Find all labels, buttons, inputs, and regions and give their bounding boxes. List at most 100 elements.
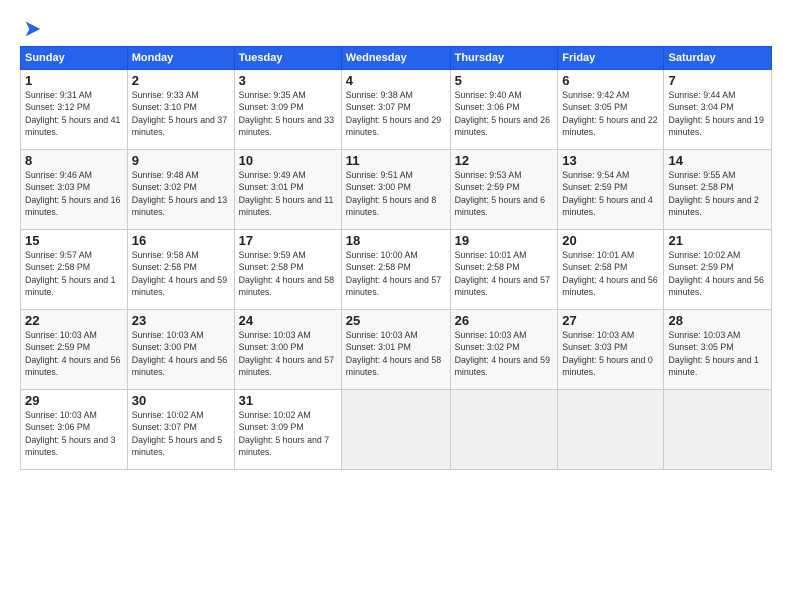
calendar-cell: 23 Sunrise: 10:03 AM Sunset: 3:00 PM Day… bbox=[127, 310, 234, 390]
day-number: 5 bbox=[455, 73, 554, 88]
day-info: Sunrise: 10:03 AM Sunset: 3:00 PM Daylig… bbox=[239, 329, 337, 378]
day-number: 20 bbox=[562, 233, 659, 248]
day-number: 7 bbox=[668, 73, 767, 88]
day-number: 11 bbox=[346, 153, 446, 168]
calendar-week-2: 8 Sunrise: 9:46 AM Sunset: 3:03 PM Dayli… bbox=[21, 150, 772, 230]
calendar-cell: 14 Sunrise: 9:55 AM Sunset: 2:58 PM Dayl… bbox=[664, 150, 772, 230]
day-info: Sunrise: 10:03 AM Sunset: 3:01 PM Daylig… bbox=[346, 329, 446, 378]
calendar-cell: 11 Sunrise: 9:51 AM Sunset: 3:00 PM Dayl… bbox=[341, 150, 450, 230]
day-info: Sunrise: 10:03 AM Sunset: 3:00 PM Daylig… bbox=[132, 329, 230, 378]
calendar-week-4: 22 Sunrise: 10:03 AM Sunset: 2:59 PM Day… bbox=[21, 310, 772, 390]
day-info: Sunrise: 10:00 AM Sunset: 2:58 PM Daylig… bbox=[346, 249, 446, 298]
day-number: 23 bbox=[132, 313, 230, 328]
calendar-cell: 22 Sunrise: 10:03 AM Sunset: 2:59 PM Day… bbox=[21, 310, 128, 390]
day-number: 26 bbox=[455, 313, 554, 328]
calendar-week-1: 1 Sunrise: 9:31 AM Sunset: 3:12 PM Dayli… bbox=[21, 70, 772, 150]
day-info: Sunrise: 9:49 AM Sunset: 3:01 PM Dayligh… bbox=[239, 169, 337, 218]
day-number: 9 bbox=[132, 153, 230, 168]
day-number: 4 bbox=[346, 73, 446, 88]
calendar-table: SundayMondayTuesdayWednesdayThursdayFrid… bbox=[20, 46, 772, 470]
day-info: Sunrise: 10:01 AM Sunset: 2:58 PM Daylig… bbox=[562, 249, 659, 298]
day-number: 24 bbox=[239, 313, 337, 328]
calendar-cell: 24 Sunrise: 10:03 AM Sunset: 3:00 PM Day… bbox=[234, 310, 341, 390]
header bbox=[20, 18, 772, 40]
day-info: Sunrise: 10:03 AM Sunset: 3:05 PM Daylig… bbox=[668, 329, 767, 378]
calendar-cell: 29 Sunrise: 10:03 AM Sunset: 3:06 PM Day… bbox=[21, 390, 128, 470]
day-info: Sunrise: 10:02 AM Sunset: 3:09 PM Daylig… bbox=[239, 409, 337, 458]
calendar-cell: 20 Sunrise: 10:01 AM Sunset: 2:58 PM Day… bbox=[558, 230, 664, 310]
calendar-cell: 10 Sunrise: 9:49 AM Sunset: 3:01 PM Dayl… bbox=[234, 150, 341, 230]
day-info: Sunrise: 9:53 AM Sunset: 2:59 PM Dayligh… bbox=[455, 169, 554, 218]
day-info: Sunrise: 10:02 AM Sunset: 3:07 PM Daylig… bbox=[132, 409, 230, 458]
day-number: 27 bbox=[562, 313, 659, 328]
day-number: 17 bbox=[239, 233, 337, 248]
day-number: 3 bbox=[239, 73, 337, 88]
col-header-tuesday: Tuesday bbox=[234, 47, 341, 70]
day-number: 10 bbox=[239, 153, 337, 168]
day-info: Sunrise: 9:55 AM Sunset: 2:58 PM Dayligh… bbox=[668, 169, 767, 218]
day-info: Sunrise: 9:51 AM Sunset: 3:00 PM Dayligh… bbox=[346, 169, 446, 218]
calendar-cell: 31 Sunrise: 10:02 AM Sunset: 3:09 PM Day… bbox=[234, 390, 341, 470]
calendar-week-3: 15 Sunrise: 9:57 AM Sunset: 2:58 PM Dayl… bbox=[21, 230, 772, 310]
day-info: Sunrise: 10:02 AM Sunset: 2:59 PM Daylig… bbox=[668, 249, 767, 298]
day-number: 6 bbox=[562, 73, 659, 88]
day-number: 15 bbox=[25, 233, 123, 248]
logo bbox=[20, 18, 44, 40]
day-info: Sunrise: 9:48 AM Sunset: 3:02 PM Dayligh… bbox=[132, 169, 230, 218]
calendar-cell: 16 Sunrise: 9:58 AM Sunset: 2:58 PM Dayl… bbox=[127, 230, 234, 310]
day-info: Sunrise: 10:01 AM Sunset: 2:58 PM Daylig… bbox=[455, 249, 554, 298]
logo-icon bbox=[22, 18, 44, 40]
day-info: Sunrise: 10:03 AM Sunset: 2:59 PM Daylig… bbox=[25, 329, 123, 378]
calendar-cell: 5 Sunrise: 9:40 AM Sunset: 3:06 PM Dayli… bbox=[450, 70, 558, 150]
day-info: Sunrise: 9:33 AM Sunset: 3:10 PM Dayligh… bbox=[132, 89, 230, 138]
calendar-cell bbox=[341, 390, 450, 470]
col-header-monday: Monday bbox=[127, 47, 234, 70]
calendar-cell: 6 Sunrise: 9:42 AM Sunset: 3:05 PM Dayli… bbox=[558, 70, 664, 150]
day-number: 22 bbox=[25, 313, 123, 328]
col-header-sunday: Sunday bbox=[21, 47, 128, 70]
calendar-header-row: SundayMondayTuesdayWednesdayThursdayFrid… bbox=[21, 47, 772, 70]
day-number: 14 bbox=[668, 153, 767, 168]
calendar-cell bbox=[664, 390, 772, 470]
calendar-cell: 27 Sunrise: 10:03 AM Sunset: 3:03 PM Day… bbox=[558, 310, 664, 390]
day-number: 16 bbox=[132, 233, 230, 248]
day-number: 1 bbox=[25, 73, 123, 88]
day-number: 31 bbox=[239, 393, 337, 408]
day-info: Sunrise: 10:03 AM Sunset: 3:03 PM Daylig… bbox=[562, 329, 659, 378]
calendar-cell: 19 Sunrise: 10:01 AM Sunset: 2:58 PM Day… bbox=[450, 230, 558, 310]
day-info: Sunrise: 9:54 AM Sunset: 2:59 PM Dayligh… bbox=[562, 169, 659, 218]
day-number: 25 bbox=[346, 313, 446, 328]
col-header-saturday: Saturday bbox=[664, 47, 772, 70]
day-number: 29 bbox=[25, 393, 123, 408]
calendar-cell: 1 Sunrise: 9:31 AM Sunset: 3:12 PM Dayli… bbox=[21, 70, 128, 150]
day-info: Sunrise: 9:59 AM Sunset: 2:58 PM Dayligh… bbox=[239, 249, 337, 298]
day-info: Sunrise: 9:35 AM Sunset: 3:09 PM Dayligh… bbox=[239, 89, 337, 138]
day-number: 19 bbox=[455, 233, 554, 248]
col-header-thursday: Thursday bbox=[450, 47, 558, 70]
calendar-cell: 13 Sunrise: 9:54 AM Sunset: 2:59 PM Dayl… bbox=[558, 150, 664, 230]
calendar-cell: 9 Sunrise: 9:48 AM Sunset: 3:02 PM Dayli… bbox=[127, 150, 234, 230]
calendar-cell: 4 Sunrise: 9:38 AM Sunset: 3:07 PM Dayli… bbox=[341, 70, 450, 150]
day-info: Sunrise: 9:31 AM Sunset: 3:12 PM Dayligh… bbox=[25, 89, 123, 138]
day-info: Sunrise: 9:58 AM Sunset: 2:58 PM Dayligh… bbox=[132, 249, 230, 298]
day-number: 21 bbox=[668, 233, 767, 248]
calendar-cell: 2 Sunrise: 9:33 AM Sunset: 3:10 PM Dayli… bbox=[127, 70, 234, 150]
calendar-cell bbox=[558, 390, 664, 470]
day-number: 8 bbox=[25, 153, 123, 168]
calendar-cell: 17 Sunrise: 9:59 AM Sunset: 2:58 PM Dayl… bbox=[234, 230, 341, 310]
calendar-cell: 8 Sunrise: 9:46 AM Sunset: 3:03 PM Dayli… bbox=[21, 150, 128, 230]
day-info: Sunrise: 9:57 AM Sunset: 2:58 PM Dayligh… bbox=[25, 249, 123, 298]
day-number: 28 bbox=[668, 313, 767, 328]
day-info: Sunrise: 10:03 AM Sunset: 3:06 PM Daylig… bbox=[25, 409, 123, 458]
day-info: Sunrise: 9:42 AM Sunset: 3:05 PM Dayligh… bbox=[562, 89, 659, 138]
calendar-cell: 28 Sunrise: 10:03 AM Sunset: 3:05 PM Day… bbox=[664, 310, 772, 390]
calendar-week-5: 29 Sunrise: 10:03 AM Sunset: 3:06 PM Day… bbox=[21, 390, 772, 470]
calendar-cell: 26 Sunrise: 10:03 AM Sunset: 3:02 PM Day… bbox=[450, 310, 558, 390]
page: SundayMondayTuesdayWednesdayThursdayFrid… bbox=[0, 0, 792, 612]
calendar-cell: 3 Sunrise: 9:35 AM Sunset: 3:09 PM Dayli… bbox=[234, 70, 341, 150]
calendar-cell: 12 Sunrise: 9:53 AM Sunset: 2:59 PM Dayl… bbox=[450, 150, 558, 230]
day-info: Sunrise: 9:44 AM Sunset: 3:04 PM Dayligh… bbox=[668, 89, 767, 138]
calendar-cell: 30 Sunrise: 10:02 AM Sunset: 3:07 PM Day… bbox=[127, 390, 234, 470]
calendar-cell: 21 Sunrise: 10:02 AM Sunset: 2:59 PM Day… bbox=[664, 230, 772, 310]
col-header-wednesday: Wednesday bbox=[341, 47, 450, 70]
